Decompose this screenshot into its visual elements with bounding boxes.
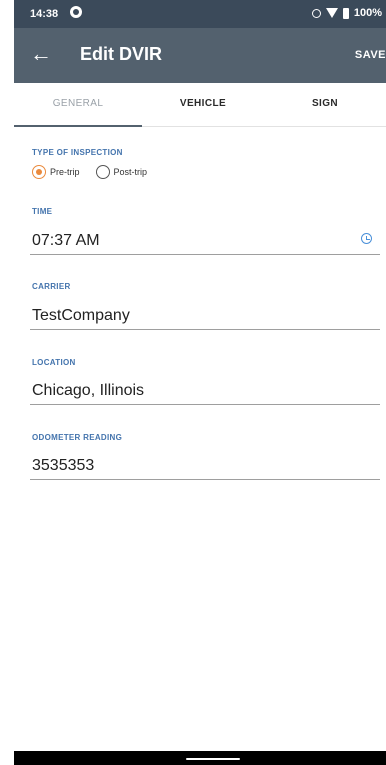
carrier-field[interactable]: TestCompany <box>32 307 130 325</box>
odometer-label: ODOMETER READING <box>32 433 123 442</box>
save-button[interactable]: SAVE <box>355 49 386 61</box>
screen: 14:38 100% ← Edit DVIR SAVE GENERAL VEHI… <box>0 0 386 765</box>
location-field-underline <box>30 404 380 405</box>
arrow-left-icon[interactable]: ← <box>30 41 52 67</box>
post-trip-radio[interactable] <box>95 165 110 179</box>
odometer-field-underline <box>30 479 380 480</box>
tab-sign[interactable]: SIGN <box>264 83 386 126</box>
navigation-bar <box>14 751 386 765</box>
inspection-type-group: Pre-trip Post-trip <box>32 165 163 179</box>
location-label: LOCATION <box>32 358 76 367</box>
pre-trip-radio[interactable] <box>32 165 46 179</box>
location-field[interactable]: Chicago, Illinois <box>32 382 144 400</box>
key-icon <box>311 8 321 18</box>
post-trip-label[interactable]: Post-trip <box>114 167 148 177</box>
tab-bar: GENERAL VEHICLE SIGN <box>14 83 386 127</box>
wifi-icon <box>325 8 338 18</box>
time-field[interactable]: 07:37 AM <box>32 232 100 250</box>
tab-general[interactable]: GENERAL <box>14 83 142 126</box>
status-bar: 14:38 100% <box>14 0 386 28</box>
pre-trip-label[interactable]: Pre-trip <box>50 167 80 177</box>
tab-vehicle[interactable]: VEHICLE <box>142 83 264 126</box>
active-tab-indicator <box>14 125 142 127</box>
clock-icon[interactable] <box>361 233 372 244</box>
page-title: Edit DVIR <box>80 44 163 64</box>
odometer-field[interactable]: 3535353 <box>32 457 94 475</box>
carrier-field-underline <box>30 329 380 330</box>
battery-icon <box>342 7 349 19</box>
status-time: 14:38 <box>30 8 59 20</box>
inspection-type-label: TYPE OF INSPECTION <box>32 148 123 157</box>
time-label: TIME <box>32 207 53 216</box>
time-field-underline <box>30 254 380 255</box>
app-bar: ← Edit DVIR SAVE <box>14 28 386 83</box>
carrier-label: CARRIER <box>32 282 71 291</box>
home-handle[interactable] <box>186 758 240 760</box>
sync-icon <box>70 6 82 18</box>
status-icons: 100% <box>311 7 382 19</box>
battery-percent: 100% <box>353 7 382 19</box>
